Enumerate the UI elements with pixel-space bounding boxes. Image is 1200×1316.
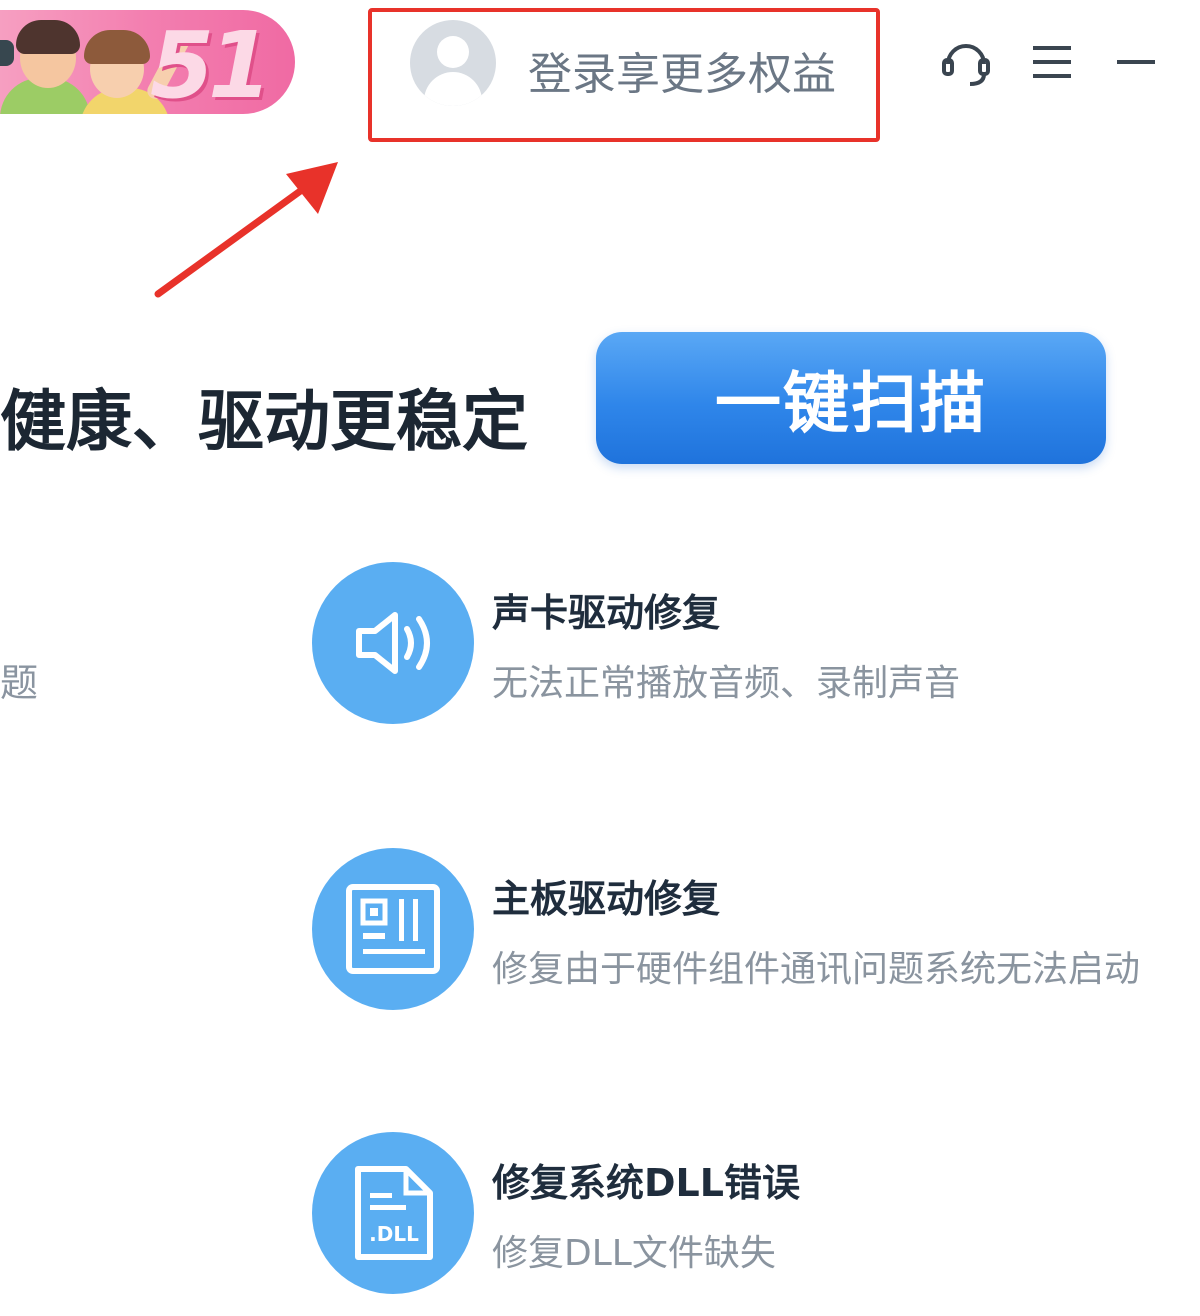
headset-icon[interactable] bbox=[938, 34, 994, 90]
page-headline: 健康、驱动更稳定 bbox=[0, 383, 528, 460]
dll-file-icon: .DLL bbox=[312, 1132, 474, 1294]
feature-description: 修复由于硬件组件通讯问题系统无法启动 bbox=[492, 949, 1141, 990]
feature-title: 主板驱动修复 bbox=[492, 877, 721, 921]
promo-figure-1-hair bbox=[16, 20, 80, 54]
feature-title: 修复系统DLL错误 bbox=[492, 1161, 800, 1205]
feature-item-sound-card[interactable]: 声卡驱动修复 无法正常播放音频、录制声音 bbox=[312, 562, 1192, 732]
one-click-scan-button[interactable]: 一键扫描 bbox=[596, 332, 1106, 464]
promo-banner[interactable]: 51 bbox=[0, 10, 295, 114]
feature-description: 无法正常播放音频、录制声音 bbox=[492, 663, 961, 704]
feature-item-dll[interactable]: .DLL 修复系统DLL错误 修复DLL文件缺失 bbox=[312, 1132, 1192, 1302]
feature-title: 声卡驱动修复 bbox=[492, 591, 721, 635]
promo-illustration bbox=[0, 40, 14, 66]
feature-item-motherboard[interactable]: 主板驱动修复 修复由于硬件组件通讯问题系统无法启动 bbox=[312, 848, 1192, 1018]
motherboard-icon bbox=[312, 848, 474, 1010]
cut-off-text: 题 bbox=[0, 661, 39, 705]
promo-figure-2-hair bbox=[84, 30, 150, 64]
promo-badge: 51 bbox=[150, 12, 272, 114]
highlight-box bbox=[368, 8, 880, 142]
minimize-icon[interactable] bbox=[1108, 34, 1164, 90]
speaker-icon bbox=[312, 562, 474, 724]
feature-description: 修复DLL文件缺失 bbox=[492, 1233, 776, 1274]
annotation-arrow-icon bbox=[154, 162, 338, 298]
menu-icon[interactable] bbox=[1024, 34, 1080, 90]
svg-text:.DLL: .DLL bbox=[369, 1222, 419, 1246]
